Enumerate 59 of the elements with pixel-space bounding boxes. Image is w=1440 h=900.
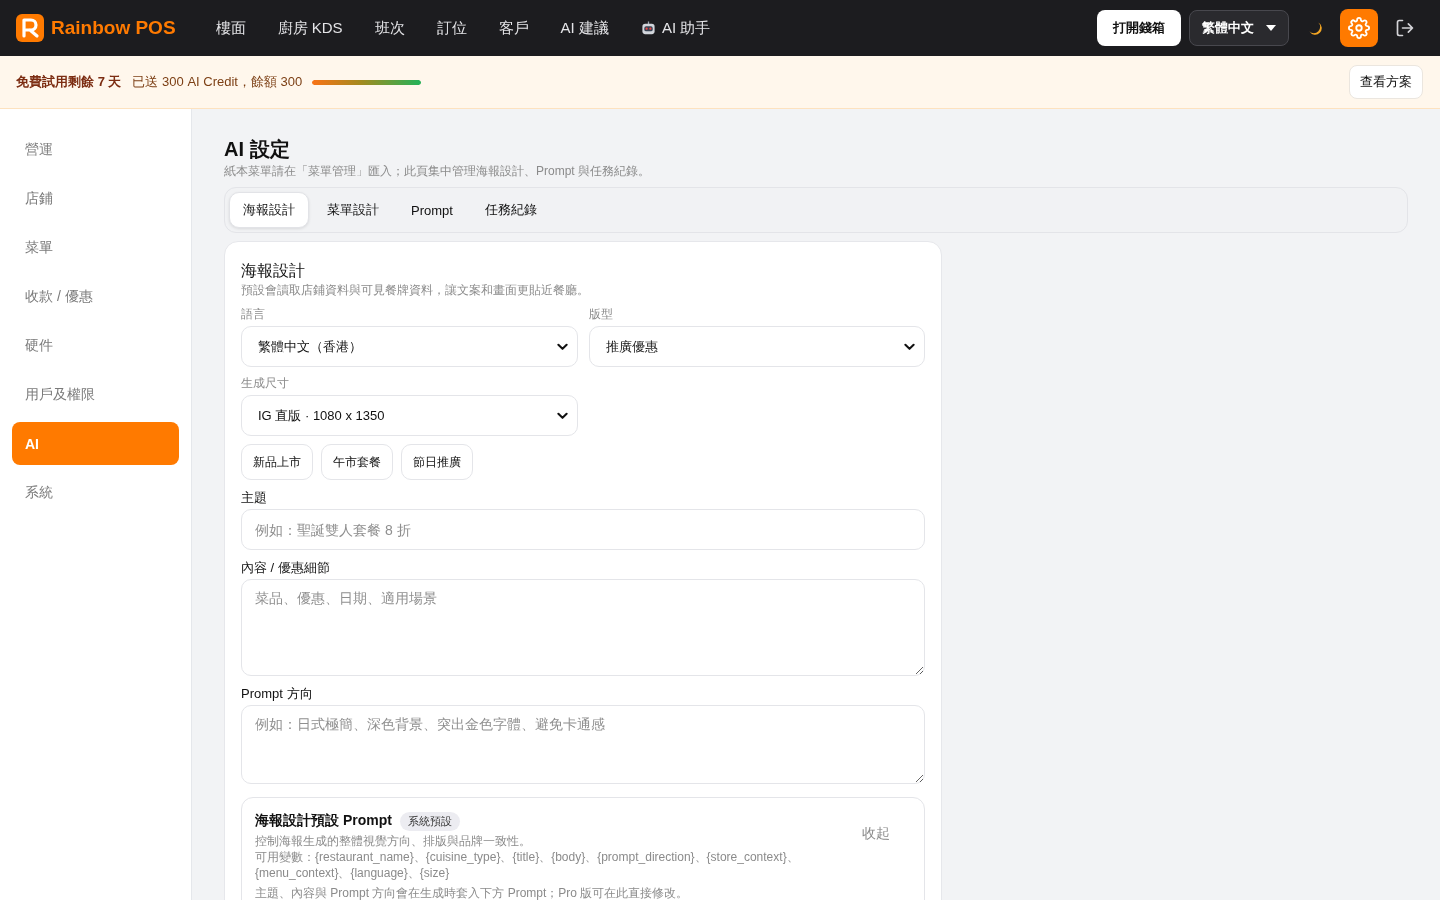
open-cash-drawer-button[interactable]: 打開錢箱 xyxy=(1097,10,1181,46)
nav-link[interactable]: AI 建議 xyxy=(560,18,609,38)
prompt-panel-text: 可用變數：{restaurant_name}、{cuisine_type}、{title}、{body}、{prompt_direction}、{store_context}、{menu_context}、{language}、{size} xyxy=(255,849,800,881)
field-label: 內容 / 優惠細節 xyxy=(241,559,330,577)
select-field[interactable]: 繁體中文（香港） xyxy=(241,326,578,367)
brand-name: Rainbow POS xyxy=(51,17,176,39)
card-description: 預設會讀取店鋪資料與可見餐牌資料，讓文案和畫面更貼近餐廳。 xyxy=(241,282,590,298)
nav-link[interactable]: AI 助手 xyxy=(640,18,711,38)
prompt-panel-note: 主題、內容與 Prompt 方向會在生成時套入下方 Prompt；Pro 版可在此直接修改。 xyxy=(255,885,690,900)
page-title: AI 設定 xyxy=(224,137,291,162)
robot-icon xyxy=(640,20,656,36)
settings-icon xyxy=(1348,17,1370,39)
field-label: Prompt 方向 xyxy=(241,685,313,703)
preset-chip[interactable]: 午市套餐 xyxy=(321,444,393,480)
card-title: 海報設計 xyxy=(241,261,306,281)
system-default-badge: 系統預設 xyxy=(399,811,460,831)
prompt-panel-text: 控制海報生成的整體視覺方向、排版與品牌一致性。 xyxy=(255,833,532,849)
settings-button[interactable] xyxy=(1340,9,1378,47)
logo-icon xyxy=(16,14,44,42)
textarea-field[interactable]: 例如：日式極簡、深色背景、突出金色字體、避免卡通感 xyxy=(241,705,925,784)
sidebar-item[interactable]: 店鋪 xyxy=(12,177,179,220)
page-subtitle: 紙本菜單請在「菜單管理」匯入；此頁集中管理海報設計、Prompt 與任務紀錄。 xyxy=(224,163,651,179)
chevron-down-icon xyxy=(556,411,568,420)
sidebar-item[interactable]: 硬件 xyxy=(12,324,179,367)
sidebar-item[interactable]: 收款 / 優惠 xyxy=(12,275,179,318)
nav-link[interactable]: 班次 xyxy=(374,18,405,38)
nav-link[interactable]: 客戶 xyxy=(498,18,529,38)
chevron-down-icon xyxy=(904,342,915,351)
trial-text: 免費試用剩餘 7 天 xyxy=(16,73,122,91)
field-label: 語言 xyxy=(241,306,265,322)
field-label: 生成尺寸 xyxy=(241,375,289,391)
input-field[interactable]: 例如：聖誕雙人套餐 8 折 xyxy=(241,509,925,550)
field-label: 主題 xyxy=(241,489,267,507)
sidebar-item[interactable]: 用戶及權限 xyxy=(12,373,179,416)
nav-link[interactable]: 樓面 xyxy=(215,18,246,38)
textarea-field[interactable]: 菜品、優惠、日期、適用場景 xyxy=(241,579,925,676)
sidebar-item[interactable]: 菜單 xyxy=(12,226,179,269)
caret-icon xyxy=(1266,25,1276,31)
tab[interactable]: Prompt xyxy=(397,192,467,228)
preset-chip[interactable]: 節日推廣 xyxy=(401,444,473,480)
sidebar-item[interactable]: 系統 xyxy=(12,471,179,514)
field-label: 版型 xyxy=(588,306,613,322)
preset-chip[interactable]: 新品上市 xyxy=(241,444,313,480)
sidebar-item[interactable]: 營運 xyxy=(12,128,179,171)
tab[interactable]: 菜單設計 xyxy=(313,192,393,228)
select-field[interactable]: 推廣優惠 xyxy=(588,326,925,367)
language-select[interactable]: 繁體中文 xyxy=(1189,10,1289,46)
nav-link[interactable]: 廚房 KDS xyxy=(277,18,343,38)
tab[interactable]: 任務紀錄 xyxy=(470,192,551,228)
nav-link[interactable]: 訂位 xyxy=(436,18,467,38)
tab[interactable]: 海報設計 xyxy=(229,192,309,228)
logout-icon[interactable] xyxy=(1395,18,1415,38)
view-plans-button[interactable]: 查看方案 xyxy=(1349,65,1423,99)
credit-text: 已送 300 AI Credit，餘額 300 xyxy=(132,73,303,91)
collapse-link[interactable]: 收起 xyxy=(862,825,890,843)
moon-icon[interactable] xyxy=(1308,20,1323,36)
prompt-panel-title: 海報設計預設 Prompt xyxy=(255,812,392,830)
select-field[interactable]: IG 直版 · 1080 x 1350 xyxy=(241,395,578,436)
chevron-down-icon xyxy=(556,342,568,351)
